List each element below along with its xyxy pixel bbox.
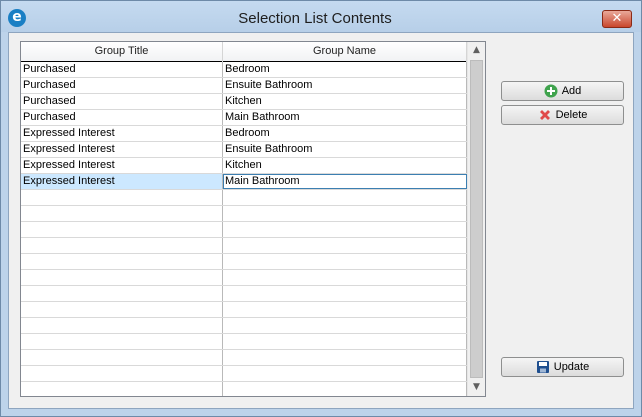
add-button[interactable]: Add — [501, 81, 624, 101]
cell-group-title[interactable]: Expressed Interest — [21, 174, 223, 189]
red-x-icon — [539, 110, 550, 120]
cell-group-title[interactable] — [21, 238, 223, 253]
scroll-down-icon[interactable]: ▼ — [468, 379, 485, 396]
add-button-label: Add — [561, 85, 582, 97]
cell-group-title[interactable] — [21, 318, 223, 333]
table-row[interactable]: Purchased Main Bathroom — [21, 110, 467, 126]
cell-group-title[interactable]: Purchased — [21, 62, 223, 77]
cell-group-title[interactable]: Expressed Interest — [21, 142, 223, 157]
cell-group-name[interactable] — [223, 366, 467, 381]
cell-group-name[interactable] — [223, 238, 467, 253]
dialog-body: Group Title Group Name Purchased Bedroom P… — [8, 32, 634, 409]
cell-group-name[interactable]: Bedroom — [223, 62, 467, 77]
cell-group-name[interactable]: Ensuite Bathroom — [223, 142, 467, 157]
empty-table-row[interactable] — [21, 270, 467, 286]
table-row[interactable]: Purchased Kitchen — [21, 94, 467, 110]
delete-button[interactable]: Delete — [501, 105, 624, 125]
title-bar[interactable]: e Selection List Contents ✕ — [1, 1, 641, 32]
window-title: Selection List Contents — [238, 10, 392, 27]
empty-table-row[interactable] — [21, 190, 467, 206]
cell-group-name[interactable] — [223, 302, 467, 317]
cell-group-name[interactable] — [223, 382, 467, 396]
cell-group-name[interactable] — [223, 350, 467, 365]
column-header-group-title[interactable]: Group Title — [21, 42, 223, 62]
cell-group-name[interactable] — [223, 190, 467, 205]
update-button[interactable]: Update — [501, 357, 624, 377]
empty-table-row[interactable] — [21, 366, 467, 382]
cell-group-title[interactable]: Purchased — [21, 94, 223, 109]
empty-table-row[interactable] — [21, 254, 467, 270]
cell-group-title[interactable] — [21, 190, 223, 205]
cell-group-name[interactable]: Ensuite Bathroom — [223, 78, 467, 93]
cell-group-title[interactable] — [21, 286, 223, 301]
empty-table-row[interactable] — [21, 222, 467, 238]
cell-group-title[interactable] — [21, 270, 223, 285]
close-icon: ✕ — [611, 11, 623, 26]
cell-group-title[interactable] — [21, 206, 223, 221]
cell-group-title[interactable]: Purchased — [21, 78, 223, 93]
cell-group-name[interactable]: Main Bathroom — [223, 110, 467, 125]
cell-group-name[interactable] — [223, 286, 467, 301]
save-disk-icon — [536, 361, 549, 373]
table-row[interactable]: Expressed Interest Ensuite Bathroom — [21, 142, 467, 158]
grid-rows: Purchased Bedroom Purchased Ensuite Bathroo… — [21, 62, 467, 396]
empty-table-row[interactable] — [21, 238, 467, 254]
cell-group-name[interactable]: Main Bathroom — [223, 174, 467, 189]
table-row[interactable]: Purchased Bedroom — [21, 62, 467, 78]
close-button[interactable]: ✕ — [602, 10, 632, 28]
column-header-group-name[interactable]: Group Name — [223, 42, 467, 62]
scrollbar-thumb[interactable] — [470, 60, 483, 378]
cell-group-title[interactable] — [21, 302, 223, 317]
table-row[interactable]: Expressed Interest Kitchen — [21, 158, 467, 174]
empty-table-row[interactable] — [21, 334, 467, 350]
cell-group-title[interactable] — [21, 254, 223, 269]
grid-header: Group Title Group Name — [21, 42, 467, 62]
table-row[interactable]: Expressed Interest Main Bathroom — [21, 174, 467, 190]
cell-group-name[interactable]: Kitchen — [223, 94, 467, 109]
cell-group-name[interactable] — [223, 318, 467, 333]
cell-group-title[interactable]: Expressed Interest — [21, 126, 223, 141]
cell-group-title[interactable]: Expressed Interest — [21, 158, 223, 173]
cell-group-title[interactable] — [21, 222, 223, 237]
update-button-label: Update — [553, 361, 590, 373]
cell-group-title[interactable]: Purchased — [21, 110, 223, 125]
cell-group-name[interactable] — [223, 222, 467, 237]
vertical-scrollbar[interactable]: ▲ ▼ — [467, 42, 485, 396]
empty-table-row[interactable] — [21, 382, 467, 396]
scroll-up-icon[interactable]: ▲ — [468, 42, 485, 59]
empty-table-row[interactable] — [21, 206, 467, 222]
dialog-window: e Selection List Contents ✕ Group Title … — [0, 0, 642, 417]
cell-group-name[interactable] — [223, 254, 467, 269]
delete-button-label: Delete — [555, 109, 588, 121]
cell-group-name[interactable]: Bedroom — [223, 126, 467, 141]
table-row[interactable]: Purchased Ensuite Bathroom — [21, 78, 467, 94]
cell-group-name[interactable] — [223, 334, 467, 349]
empty-table-row[interactable] — [21, 302, 467, 318]
cell-group-name[interactable] — [223, 206, 467, 221]
cell-group-title[interactable] — [21, 382, 223, 396]
plus-circle-icon — [544, 84, 558, 98]
empty-table-row[interactable] — [21, 286, 467, 302]
cell-group-name[interactable]: Kitchen — [223, 158, 467, 173]
cell-group-title[interactable] — [21, 334, 223, 349]
table-row[interactable]: Expressed Interest Bedroom — [21, 126, 467, 142]
cell-group-name[interactable] — [223, 270, 467, 285]
selection-grid[interactable]: Group Title Group Name Purchased Bedroom P… — [20, 41, 486, 397]
cell-group-title[interactable] — [21, 350, 223, 365]
empty-table-row[interactable] — [21, 350, 467, 366]
empty-table-row[interactable] — [21, 318, 467, 334]
cell-group-title[interactable] — [21, 366, 223, 381]
